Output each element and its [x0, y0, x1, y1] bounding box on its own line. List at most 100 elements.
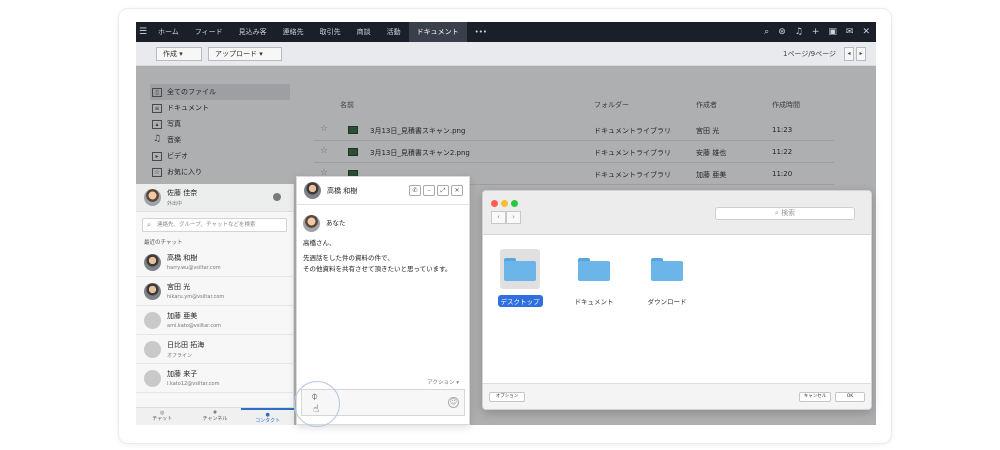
- nav-icon-group: ⌕ ⊛ ♫ + ▣ ✉ ✕: [764, 22, 870, 42]
- nav-feed[interactable]: フィード: [187, 22, 231, 42]
- prev-page-button[interactable]: ◂: [844, 47, 854, 61]
- avatar: [144, 311, 161, 329]
- settings-icon[interactable]: ✕: [862, 27, 870, 37]
- create-dropdown[interactable]: 作成 ▾: [156, 47, 202, 61]
- folder-label: ダウンロード: [647, 298, 687, 306]
- search-icon: ⌕: [147, 221, 151, 229]
- recent-chats-title: 最近のチャット: [144, 240, 183, 246]
- action-dropdown[interactable]: アクション ▾: [427, 378, 459, 386]
- chevron-down-icon: ▾: [456, 380, 459, 386]
- file-picker-titlebar: ‹ › ⌕ 検索: [483, 191, 871, 235]
- menu-icon[interactable]: ☰: [136, 22, 150, 42]
- status-toggle[interactable]: [273, 193, 281, 201]
- next-page-button[interactable]: ▸: [856, 47, 866, 61]
- contact-email: ami.kato@vsiltar.com: [167, 323, 222, 329]
- contact-email: harry.wu@vsiltar.com: [167, 265, 221, 271]
- message-sender: あなた: [297, 205, 469, 232]
- contact-info: 加藤 亜美 ami.kato@vsiltar.com: [161, 311, 221, 329]
- chat-window-controls: ✆ – ⤢ ✕: [409, 185, 463, 196]
- search-placeholder: 連絡先、グループ、チャットなどを検索: [157, 222, 256, 228]
- contact-search-input[interactable]: ⌕ 連絡先、グループ、チャットなどを検索: [142, 218, 287, 232]
- contact-email: オフライン: [167, 352, 193, 359]
- more-icon[interactable]: •••: [467, 22, 495, 42]
- folder-label: ドキュメント: [574, 298, 614, 306]
- contact-name: 高橋 和樹: [167, 254, 198, 262]
- history-nav: ‹ ›: [491, 211, 521, 224]
- folder-item-downloads[interactable]: ダウンロード: [632, 249, 702, 308]
- minimize-icon[interactable]: –: [423, 185, 435, 196]
- tab-chats[interactable]: ◎ チャット: [136, 408, 189, 425]
- contact-info: 宮田 光 hikaru.ym@vsiltar.com: [161, 282, 224, 300]
- gamepad-icon[interactable]: ⊛: [778, 27, 786, 37]
- folder-tile: [574, 249, 614, 289]
- chevron-down-icon: ▾: [259, 50, 263, 58]
- ok-button[interactable]: OK: [835, 392, 865, 402]
- mail-icon[interactable]: ✉: [846, 27, 854, 37]
- nav-contacts[interactable]: 連絡先: [275, 22, 312, 42]
- contact-name: 加藤 来子: [167, 370, 198, 378]
- folder-item-desktop[interactable]: デスクトップ: [485, 249, 555, 308]
- nav-activities[interactable]: 活動: [379, 22, 409, 42]
- tab-label: コンタクト: [255, 418, 281, 424]
- close-button[interactable]: [491, 200, 498, 207]
- minimize-button[interactable]: [501, 200, 508, 207]
- nav-deals[interactable]: 商談: [349, 22, 379, 42]
- options-button[interactable]: オプション: [489, 392, 525, 402]
- nav-leads[interactable]: 見込み客: [231, 22, 275, 42]
- nav-documents[interactable]: ドキュメント: [408, 22, 467, 42]
- avatar: [144, 253, 161, 271]
- sender-label: あなた: [326, 219, 346, 227]
- folder-icon: [651, 257, 683, 281]
- paperclip-icon[interactable]: ⌽: [311, 389, 318, 404]
- contact-item[interactable]: 日比田 拓海 オフライン: [136, 335, 293, 364]
- folder-tile: [500, 249, 540, 289]
- current-user[interactable]: 佐藤 佳奈 外出中: [136, 184, 293, 212]
- folder-item-documents[interactable]: ドキュメント: [559, 249, 629, 308]
- contact-email: hikaru.ym@vsiltar.com: [167, 294, 225, 300]
- contact-item[interactable]: 加藤 亜美 ami.kato@vsiltar.com: [136, 306, 293, 335]
- chat-panel: 佐藤 佳奈 外出中 ⌕ 連絡先、グループ、チャットなどを検索 最近のチャット 高橋…: [136, 184, 295, 425]
- chevron-down-icon: ▾: [179, 50, 183, 58]
- chat-window-header: 高橋 和樹 ✆ – ⤢ ✕: [297, 177, 469, 205]
- phone-icon[interactable]: ✆: [409, 185, 421, 196]
- contact-name: 加藤 亜美: [167, 312, 198, 320]
- cancel-button[interactable]: キャンセル: [799, 392, 831, 402]
- plus-icon[interactable]: +: [812, 27, 820, 37]
- zoom-button[interactable]: [511, 200, 518, 207]
- folder-tile: [647, 249, 687, 289]
- hand-cursor-icon: ☝: [313, 404, 320, 415]
- calendar-icon[interactable]: ▣: [828, 27, 837, 37]
- contact-item[interactable]: 加藤 来子 l.kato12@vsiltar.com: [136, 364, 293, 393]
- contact-info: 日比田 拓海 オフライン: [161, 340, 204, 359]
- avatar: [144, 189, 161, 206]
- contact-name: 日比田 拓海: [167, 340, 205, 349]
- nav-home[interactable]: ホーム: [150, 22, 187, 42]
- forward-icon[interactable]: ›: [506, 211, 521, 224]
- bell-icon[interactable]: ♫: [795, 27, 803, 37]
- nav-accounts[interactable]: 取引先: [312, 22, 349, 42]
- emoji-icon[interactable]: ☺: [448, 397, 459, 408]
- avatar: [304, 182, 321, 199]
- tab-contacts[interactable]: ● コンタクト: [241, 408, 295, 425]
- current-user-name: 佐藤 佳奈: [167, 189, 198, 197]
- close-icon[interactable]: ✕: [451, 185, 463, 196]
- message-line: 先週話をした件の資料の件で、: [303, 254, 394, 262]
- tab-channels[interactable]: # チャンネル: [189, 408, 242, 425]
- upload-dropdown[interactable]: アップロード ▾: [208, 47, 282, 61]
- search-icon[interactable]: ⌕: [764, 27, 769, 37]
- tab-label: チャット: [152, 416, 173, 422]
- search-icon: ⌕: [774, 209, 779, 217]
- message-line: その他資料を共有させて頂きたいと思っています。: [303, 265, 452, 273]
- avatar: [303, 215, 320, 232]
- current-user-info: 佐藤 佳奈 外出中: [161, 188, 197, 207]
- search-placeholder: 検索: [781, 209, 796, 217]
- file-search-input[interactable]: ⌕ 検索: [715, 207, 855, 220]
- documents-toolbar: 作成 ▾ アップロード ▾ 1ページ/9ページ ◂ ▸: [136, 42, 876, 66]
- avatar: [144, 282, 161, 300]
- current-user-status: 外出中: [167, 201, 183, 207]
- back-icon[interactable]: ‹: [491, 211, 506, 224]
- expand-icon[interactable]: ⤢: [437, 185, 449, 196]
- contact-item[interactable]: 高橋 和樹 harry.wu@vsiltar.com: [136, 248, 293, 277]
- contact-email: l.kato12@vsiltar.com: [167, 381, 220, 387]
- contact-item[interactable]: 宮田 光 hikaru.ym@vsiltar.com: [136, 277, 293, 306]
